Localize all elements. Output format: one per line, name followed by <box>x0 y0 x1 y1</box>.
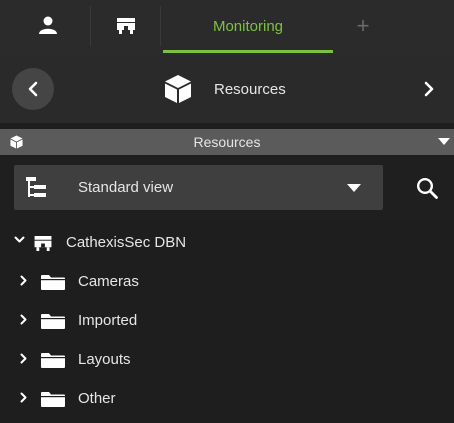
search-button[interactable] <box>410 172 444 204</box>
plus-icon: + <box>356 13 370 38</box>
tab-user[interactable] <box>22 0 74 52</box>
user-icon <box>39 16 57 34</box>
back-button[interactable] <box>12 68 54 110</box>
navigation-bar: Resources <box>0 55 454 123</box>
caret-down-icon[interactable] <box>438 138 450 146</box>
folder-icon <box>41 392 65 407</box>
nav-title: Resources <box>214 80 286 98</box>
chevron-left-icon <box>28 81 38 97</box>
chevron-down-icon[interactable] <box>14 236 25 244</box>
nav-title-group: Resources <box>164 73 286 105</box>
chevron-right-icon[interactable] <box>20 275 28 286</box>
tree-node-label: Other <box>78 389 116 407</box>
active-tab-indicator <box>163 50 333 53</box>
cube-icon <box>165 75 191 103</box>
tree-node-label: Layouts <box>78 350 131 368</box>
chevron-right-icon[interactable] <box>20 314 28 325</box>
folder-icon <box>41 275 65 290</box>
tree-node-site[interactable]: CathexisSec DBN <box>0 224 454 260</box>
station-icon <box>117 18 135 34</box>
tree-node-other[interactable]: Other <box>0 380 454 416</box>
forward-button[interactable] <box>414 73 444 105</box>
search-icon <box>416 177 438 199</box>
tab-station[interactable] <box>100 0 152 52</box>
tree-node-label: CathexisSec DBN <box>66 233 187 251</box>
station-icon <box>34 236 52 251</box>
add-tab-button[interactable]: + <box>343 0 383 52</box>
tree-view-icon <box>26 177 46 197</box>
chevron-right-icon[interactable] <box>20 353 28 364</box>
view-selector-value: Standard view <box>78 179 174 196</box>
tab-monitoring[interactable]: Monitoring <box>163 0 333 53</box>
tree-node-layouts[interactable]: Layouts <box>0 341 454 377</box>
chevron-right-icon <box>424 81 434 97</box>
cube-icon <box>10 135 23 149</box>
tab-monitoring-label: Monitoring <box>212 17 284 35</box>
folder-icon <box>41 353 65 368</box>
caret-down-icon <box>347 184 361 192</box>
section-title: Resources <box>193 134 261 150</box>
view-selector-dropdown[interactable]: Standard view <box>14 165 383 210</box>
folder-icon <box>41 314 65 329</box>
chevron-right-icon[interactable] <box>20 392 28 403</box>
tree-node-label: Cameras <box>78 272 139 290</box>
tree-node-cameras[interactable]: Cameras <box>0 263 454 299</box>
view-toolbar: Standard view <box>0 158 454 218</box>
top-tab-bar: Monitoring + <box>0 0 454 55</box>
tree-node-imported[interactable]: Imported <box>0 302 454 338</box>
tree-node-label: Imported <box>78 311 138 329</box>
resources-section-header[interactable]: Resources <box>0 129 454 155</box>
